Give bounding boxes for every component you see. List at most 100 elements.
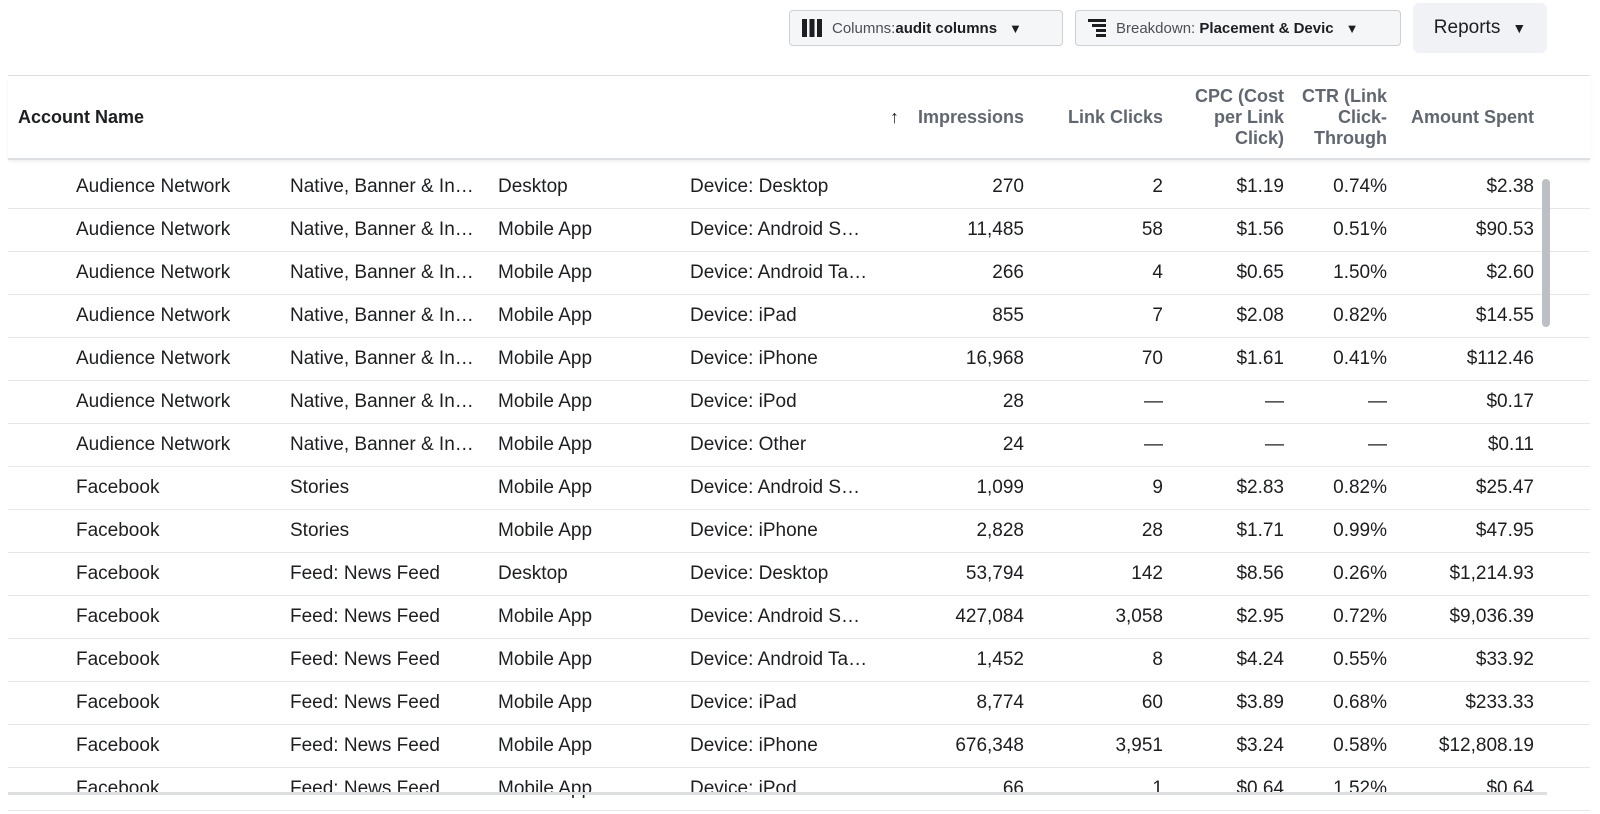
cell-platform: Mobile App [498,305,593,326]
cell-cpc: $3.24 [1236,735,1284,756]
header-impressions[interactable]: Impressions [888,76,1024,158]
cell-placement: Native, Banner & Inte… [290,348,478,369]
cell-platform: Mobile App [498,477,593,498]
cell-link-clicks: 58 [1141,219,1163,240]
cell-placement: Feed: News Feed [290,649,440,670]
cell-cpc: $2.08 [1236,305,1284,326]
cell-link-clicks: 9 [1152,477,1163,498]
cell-account: Facebook [76,606,160,627]
cell-link-clicks: 7 [1152,305,1163,326]
cell-placement: Feed: News Feed [290,778,440,799]
cell-device: Device: iPhone [690,735,818,756]
vertical-scrollbar[interactable] [1542,179,1550,327]
cell-platform: Desktop [498,563,568,584]
cell-platform: Mobile App [498,434,593,455]
table-row[interactable]: Facebook Feed: News Feed Mobile App Device:… [8,768,1590,811]
cell-cpc: — [1265,391,1284,412]
cell-cpc: $2.95 [1236,606,1284,627]
cell-impressions: 2,828 [976,520,1024,541]
cell-ctr: 0.74% [1333,176,1387,197]
cell-placement: Native, Banner & Inte… [290,219,478,240]
table-row[interactable]: Audience Network Native, Banner & Inte… Mo… [8,381,1590,424]
cell-cpc: $0.64 [1236,778,1284,799]
cell-ctr: 0.51% [1333,219,1387,240]
cell-account: Facebook [76,735,160,756]
cell-account: Audience Network [76,434,231,455]
table-row[interactable]: Audience Network Native, Banner & Inte… Mo… [8,338,1590,381]
cell-link-clicks: 4 [1152,262,1163,283]
cell-amount-spent: $0.64 [1486,778,1534,799]
table-row[interactable]: Facebook Feed: News Feed Mobile App Device:… [8,639,1590,682]
breakdown-value: Placement & Devic [1199,19,1334,37]
cell-device: Device: Desktop [690,563,829,584]
cell-amount-spent: $90.53 [1475,219,1534,240]
header-ctr[interactable]: CTR (Link Click-Through [1294,76,1387,158]
breakdown-button[interactable]: Breakdown: Placement & Devic ▼ [1075,10,1401,46]
cell-impressions: 266 [992,262,1024,283]
cell-placement: Feed: News Feed [290,735,440,756]
cell-account: Audience Network [76,391,231,412]
cell-amount-spent: $2.60 [1486,262,1534,283]
table-row[interactable]: Facebook Stories Mobile App Device: Android… [8,467,1590,510]
cell-device: Device: iPad [690,305,797,326]
cell-ctr: 0.99% [1333,520,1387,541]
cell-ctr: — [1368,391,1387,412]
cell-cpc: — [1265,434,1284,455]
cell-amount-spent: $9,036.39 [1449,606,1534,627]
caret-down-icon: ▼ [1009,20,1022,36]
cell-ctr: 0.82% [1333,305,1387,326]
table-row[interactable]: Facebook Feed: News Feed Mobile App Device:… [8,682,1590,725]
cell-impressions: 53,794 [965,563,1024,584]
reports-button[interactable]: Reports ▼ [1413,3,1547,53]
cell-ctr: — [1368,434,1387,455]
breakdown-label: Breakdown: Placement & Devic [1116,20,1334,37]
report-toolbar: Columns: audit columns ▼ Breakdown: Plac… [789,3,1547,53]
cell-cpc: $1.19 [1236,176,1284,197]
cell-account: Facebook [76,520,160,541]
cell-ctr: 0.72% [1333,606,1387,627]
cell-placement: Native, Banner & Inte… [290,305,478,326]
cell-device: Device: iPhone [690,520,818,541]
cell-cpc: $4.24 [1236,649,1284,670]
header-link-clicks[interactable]: Link Clicks [1038,76,1163,158]
table-row[interactable]: Audience Network Native, Banner & Inte… Mo… [8,252,1590,295]
table-row[interactable]: Facebook Feed: News Feed Desktop Device: De… [8,553,1590,596]
cell-link-clicks: 3,058 [1115,606,1163,627]
cell-account: Facebook [76,477,160,498]
columns-prefix: Columns: [832,19,896,37]
breakdown-prefix: Breakdown: [1116,19,1200,37]
cell-impressions: 1,099 [976,477,1024,498]
cell-platform: Mobile App [498,692,593,713]
header-amount-spent[interactable]: Amount Spent [1398,76,1534,158]
table-row[interactable]: Audience Network Native, Banner & Inte… Mo… [8,424,1590,467]
cell-device: Device: iPod [690,391,797,412]
table-row[interactable]: Audience Network Native, Banner & Inte… Mo… [8,209,1590,252]
table-row[interactable]: Facebook Feed: News Feed Mobile App Device:… [8,725,1590,768]
cell-cpc: $1.61 [1236,348,1284,369]
table-row[interactable]: Audience Network Native, Banner & Inte… De… [8,166,1590,209]
cell-link-clicks: — [1144,391,1163,412]
cell-link-clicks: 142 [1131,563,1163,584]
cell-account: Facebook [76,649,160,670]
cell-placement: Stories [290,520,350,541]
caret-down-icon: ▼ [1512,20,1527,36]
cell-device: Device: Android Ta… [690,262,868,283]
table-row[interactable]: Facebook Feed: News Feed Mobile App Device:… [8,596,1590,639]
cell-cpc: $2.83 [1236,477,1284,498]
cell-amount-spent: $14.55 [1475,305,1534,326]
table-row[interactable]: Audience Network Native, Banner & Inte… Mo… [8,295,1590,338]
cell-link-clicks: 2 [1152,176,1163,197]
table-row[interactable]: Facebook Stories Mobile App Device: iPhone 2… [8,510,1590,553]
table-header: Account Name ↑ Impressions Link Clicks C… [8,76,1590,160]
header-cpc[interactable]: CPC (Cost per Link Click) [1178,76,1284,158]
cell-link-clicks: 28 [1141,520,1163,541]
header-account-name[interactable]: Account Name [18,76,318,158]
cell-impressions: 855 [992,305,1024,326]
cell-ctr: 0.55% [1333,649,1387,670]
cell-device: Device: Desktop [690,176,829,197]
cell-account: Audience Network [76,219,231,240]
cell-cpc: $8.56 [1236,563,1284,584]
cell-ctr: 0.82% [1333,477,1387,498]
cell-ctr: 0.26% [1333,563,1387,584]
columns-button[interactable]: Columns: audit columns ▼ [789,10,1063,46]
